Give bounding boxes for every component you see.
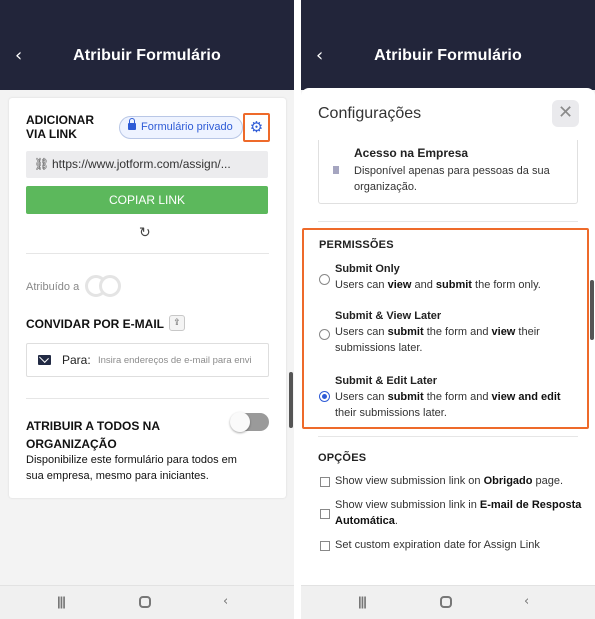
private-form-badge[interactable]: Formulário privado: [119, 116, 243, 139]
add-via-link-title: ADICIONAR VIA LINK: [26, 113, 94, 141]
to-label: Para:: [62, 353, 91, 367]
email-invite-field[interactable]: Para: Insira endereços de e-mail para en…: [26, 343, 269, 377]
email-input-placeholder[interactable]: Insira endereços de e-mail para envi: [98, 355, 252, 366]
divider: [318, 436, 578, 437]
settings-title: Configurações: [318, 105, 422, 122]
page-title: Atribuir Formulário: [73, 47, 221, 64]
checkbox-autoresponder-email[interactable]: [320, 509, 330, 519]
app-header: ‹ Atribuir Formulário: [0, 0, 294, 90]
company-access-name: Acesso na Empresa: [354, 146, 469, 160]
building-icon: [333, 166, 339, 174]
radio-submit-only[interactable]: [319, 274, 330, 285]
right-screen: ‹ Atribuir Formulário Configurações ✕ Ac…: [301, 0, 595, 619]
close-icon: ✕: [557, 102, 574, 123]
permissions-section: PERMISSÕES Submit Only Users can view an…: [302, 228, 589, 429]
checkbox-label: Show view submission link on Obrigado pa…: [335, 475, 564, 487]
link-icon: ⛓: [34, 157, 50, 171]
option-title: Submit & View Later: [335, 310, 442, 322]
checkbox-thank-you-page[interactable]: [320, 477, 330, 487]
option-description: Users can submit the form and view their…: [335, 326, 540, 354]
permissions-title: PERMISSÕES: [319, 239, 394, 251]
divider: [26, 398, 269, 399]
option-title: Submit & Edit Later: [335, 375, 438, 387]
checkbox-label: Show view submission link in E-mail de R…: [335, 499, 582, 527]
invite-by-email-title: CONVIDAR POR E-MAIL: [26, 317, 164, 331]
badge-label: Formulário privado: [141, 121, 233, 133]
avatar: [99, 275, 121, 297]
lock-icon: [128, 118, 136, 130]
options-title: OPÇÕES: [318, 452, 367, 464]
settings-sheet: Configurações ✕ Acesso na Empresa Dispon…: [301, 88, 595, 585]
home-icon[interactable]: [139, 596, 151, 608]
envelope-icon: [38, 355, 51, 365]
system-nav-bar: ||| ‹: [301, 585, 595, 619]
scrollbar[interactable]: [590, 280, 594, 340]
assign-link-field[interactable]: ⛓ https://www.jotform.com/assign/...: [26, 151, 268, 178]
divider: [26, 253, 269, 254]
assign-all-toggle[interactable]: [230, 412, 269, 432]
close-button[interactable]: ✕: [552, 100, 579, 127]
radio-submit-view-later[interactable]: [319, 329, 330, 340]
copy-link-button[interactable]: COPIAR LINK: [26, 186, 268, 214]
divider: [318, 221, 578, 222]
left-screen: ‹ Atribuir Formulário ADICIONAR VIA LINK…: [0, 0, 294, 619]
home-icon[interactable]: [440, 596, 452, 608]
gear-icon: ⚙: [249, 118, 264, 136]
upload-icon[interactable]: ⇪: [169, 315, 185, 331]
radio-submit-edit-later[interactable]: [319, 391, 330, 402]
checkbox-custom-expiration[interactable]: [320, 541, 330, 551]
recent-apps-icon[interactable]: |||: [57, 594, 66, 610]
recent-apps-icon[interactable]: |||: [358, 594, 367, 610]
option-title: Submit Only: [335, 263, 400, 275]
assign-card: ADICIONAR VIA LINK Formulário privado ⚙ …: [9, 98, 286, 498]
company-access-description: Disponível apenas para pessoas da sua or…: [354, 165, 550, 193]
app-header: ‹ Atribuir Formulário: [301, 0, 595, 90]
scrollbar[interactable]: [289, 372, 293, 428]
page-title: Atribuir Formulário: [374, 47, 522, 64]
system-nav-bar: ||| ‹: [0, 585, 294, 619]
checkbox-label: Set custom expiration date for Assign Li…: [335, 539, 540, 551]
assigned-to-label: Atribuído a: [26, 281, 80, 293]
assignee-avatars: [85, 275, 125, 297]
assign-link-url: https://www.jotform.com/assign/...: [52, 157, 231, 171]
settings-gear-button[interactable]: ⚙: [243, 113, 270, 142]
option-description: Users can submit the form and view and e…: [335, 391, 561, 419]
company-access-option[interactable]: Acesso na Empresa Disponível apenas para…: [318, 140, 578, 204]
refresh-icon[interactable]: ↻: [139, 225, 151, 241]
nav-back-icon[interactable]: ‹: [524, 594, 529, 610]
option-description: Users can view and submit the form only.: [335, 279, 541, 291]
nav-back-icon[interactable]: ‹: [223, 594, 228, 610]
assign-all-description: Disponibilize este formulário para todos…: [26, 454, 237, 482]
assign-all-title: ATRIBUIR A TODOS NA ORGANIZAÇÃO: [26, 419, 160, 451]
